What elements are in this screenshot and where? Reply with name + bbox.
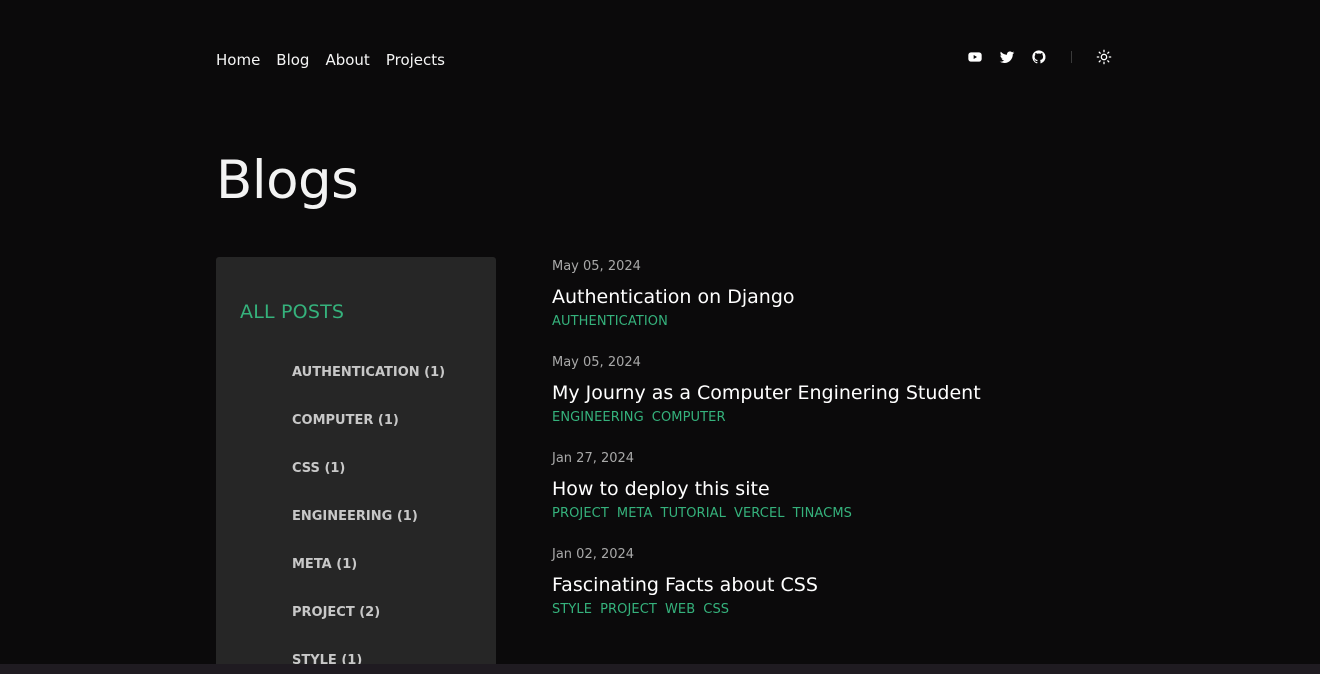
icon-separator xyxy=(1071,51,1072,63)
nav-about-link[interactable]: About xyxy=(325,51,369,69)
post-tag-link[interactable]: STYLE xyxy=(552,601,592,619)
post-tags: ENGINEERING COMPUTER xyxy=(552,409,1112,427)
post-tag-link[interactable]: PROJECT xyxy=(600,601,657,619)
twitter-icon[interactable] xyxy=(999,49,1015,65)
nav-projects-link[interactable]: Projects xyxy=(386,51,445,69)
tag-link-engineering[interactable]: ENGINEERING (1) xyxy=(292,508,445,556)
post-item: Jan 02, 2024 Fascinating Facts about CSS… xyxy=(552,546,1112,642)
post-tag-link[interactable]: VERCEL xyxy=(734,505,785,523)
post-item: Jan 27, 2024 How to deploy this site PRO… xyxy=(552,450,1112,546)
social-icons xyxy=(967,49,1112,65)
nav-home-link[interactable]: Home xyxy=(216,51,260,69)
post-tag-link[interactable]: PROJECT xyxy=(552,505,609,523)
post-tag-link[interactable]: TUTORIAL xyxy=(661,505,726,523)
tag-link-meta[interactable]: META (1) xyxy=(292,556,445,604)
post-date: Jan 27, 2024 xyxy=(552,451,635,466)
post-title-link[interactable]: How to deploy this site xyxy=(552,477,1112,501)
post-date: May 05, 2024 xyxy=(552,259,641,274)
post-list: May 05, 2024 Authentication on Django AU… xyxy=(552,258,1112,642)
tag-link-authentication[interactable]: AUTHENTICATION (1) xyxy=(292,364,445,412)
post-title-link[interactable]: My Journy as a Computer Enginering Stude… xyxy=(552,381,1112,405)
post-tag-link[interactable]: COMPUTER xyxy=(652,409,726,427)
github-icon[interactable] xyxy=(1031,49,1047,65)
youtube-icon[interactable] xyxy=(967,49,983,65)
main-nav: Home Blog About Projects xyxy=(216,51,445,69)
post-item: May 05, 2024 My Journy as a Computer Eng… xyxy=(552,354,1112,450)
nav-blog-link[interactable]: Blog xyxy=(276,51,309,69)
page-title: Blogs xyxy=(216,150,359,211)
post-tags: AUTHENTICATION xyxy=(552,313,1112,331)
tag-link-project[interactable]: PROJECT (2) xyxy=(292,604,445,652)
post-item: May 05, 2024 Authentication on Django AU… xyxy=(552,258,1112,354)
theme-toggle-icon[interactable] xyxy=(1096,49,1112,65)
bottom-scroll-bar xyxy=(0,664,1320,674)
post-tag-link[interactable]: AUTHENTICATION xyxy=(552,313,668,331)
tag-link-computer[interactable]: COMPUTER (1) xyxy=(292,412,445,460)
post-tag-link[interactable]: META xyxy=(617,505,653,523)
post-tag-link[interactable]: TINACMS xyxy=(793,505,852,523)
post-title-link[interactable]: Authentication on Django xyxy=(552,285,1112,309)
tag-link-css[interactable]: CSS (1) xyxy=(292,460,445,508)
post-date: Jan 02, 2024 xyxy=(552,547,635,562)
post-tags: PROJECT META TUTORIAL VERCEL TINACMS xyxy=(552,505,1112,523)
post-tag-link[interactable]: WEB xyxy=(665,601,695,619)
post-title-link[interactable]: Fascinating Facts about CSS xyxy=(552,573,1112,597)
post-tag-link[interactable]: ENGINEERING xyxy=(552,409,644,427)
tag-list: AUTHENTICATION (1) COMPUTER (1) CSS (1) … xyxy=(292,364,445,674)
post-tag-link[interactable]: CSS xyxy=(703,601,729,619)
tag-sidebar: ALL POSTS AUTHENTICATION (1) COMPUTER (1… xyxy=(216,257,496,674)
post-tags: STYLE PROJECT WEB CSS xyxy=(552,601,1112,619)
post-date: May 05, 2024 xyxy=(552,355,641,370)
sidebar-title[interactable]: ALL POSTS xyxy=(240,301,344,323)
